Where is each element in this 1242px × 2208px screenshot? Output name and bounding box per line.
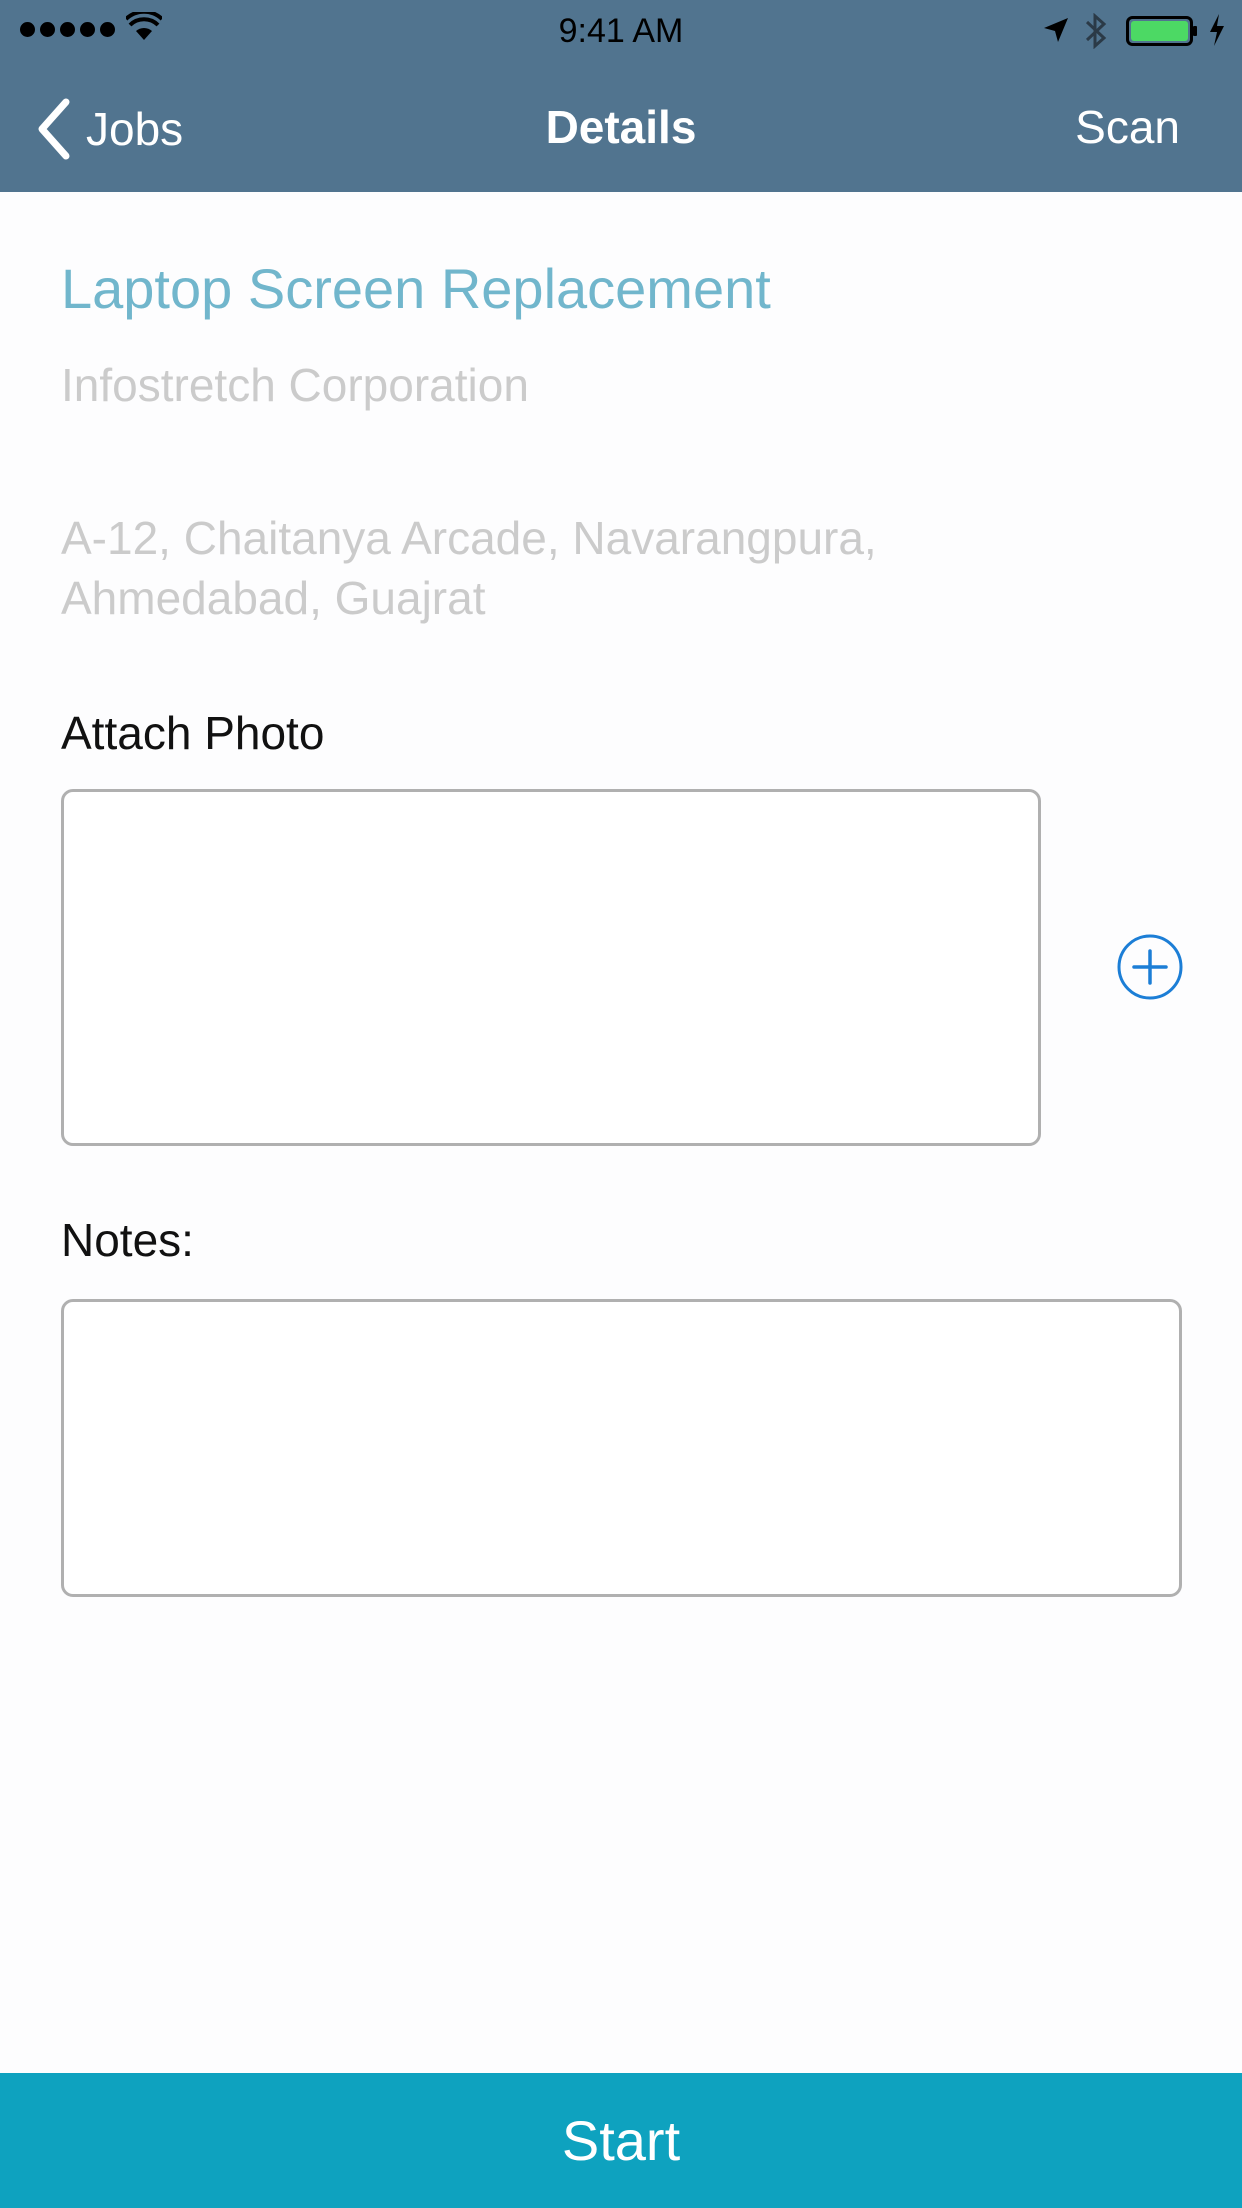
company-name: Infostretch Corporation	[61, 359, 529, 411]
job-title: Laptop Screen Replacement	[61, 257, 771, 320]
attach-photo-label: Attach Photo	[61, 707, 325, 759]
battery-icon	[1126, 16, 1197, 46]
header: 9:41 AM Jobs Details Scan	[0, 0, 1242, 192]
navigation-bar: Jobs Details Scan	[0, 60, 1242, 192]
status-bar: 9:41 AM	[0, 0, 1242, 60]
photo-area[interactable]	[61, 789, 1041, 1146]
job-address: A-12, Chaitanya Arcade, Navarangpura, Ah…	[61, 508, 1061, 628]
start-button[interactable]: Start	[0, 2073, 1242, 2208]
address-line-2: Ahmedabad, Guajrat	[61, 572, 486, 624]
plus-circle-icon[interactable]	[1116, 933, 1184, 1001]
notes-label: Notes:	[61, 1214, 194, 1266]
job-details-screen: 9:41 AM Jobs Details Scan Laptop Screen …	[0, 0, 1242, 2208]
location-arrow-icon	[1044, 18, 1068, 42]
page-title: Details	[545, 101, 697, 153]
scan-button[interactable]: Scan	[1075, 100, 1180, 154]
address-line-1: A-12, Chaitanya Arcade, Navarangpura,	[61, 512, 877, 564]
notes-field[interactable]	[61, 1299, 1182, 1597]
bluetooth-icon	[1085, 13, 1107, 49]
charging-bolt-icon	[1210, 14, 1224, 46]
